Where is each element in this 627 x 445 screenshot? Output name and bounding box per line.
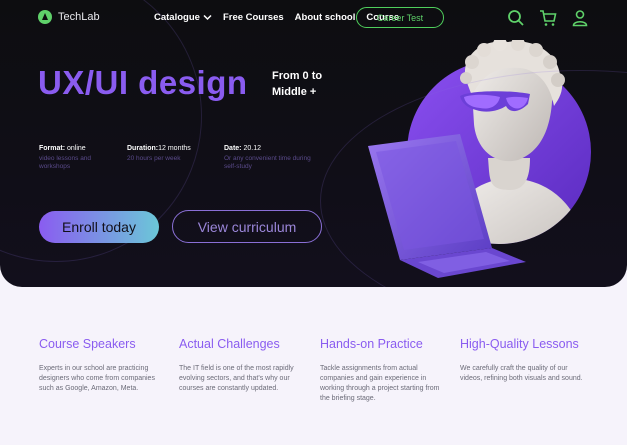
course-level-to: Middle + [272, 86, 317, 98]
info-format: Format: online video lessons and worksho… [39, 145, 101, 171]
feature-text: We carefully craft the quality of our vi… [460, 365, 583, 382]
feature-title: Hands-on Practice [320, 337, 423, 351]
feature-title: Course Speakers [39, 337, 136, 351]
cart-icon[interactable] [539, 9, 557, 27]
nav-free-courses[interactable]: Free Courses [223, 12, 284, 23]
info-duration-value: 12 months [158, 145, 191, 152]
course-level-from: From 0 to [272, 70, 323, 82]
feature-hands-on-practice: Hands-on Practice Tackle assignments fro… [320, 337, 450, 404]
feature-text: Experts in our school are practicing des… [39, 365, 155, 392]
hero-section: TechLab Catalogue Free Courses About sch… [0, 0, 627, 287]
view-curriculum-button[interactable]: View curriculum [172, 210, 322, 243]
feature-actual-challenges: Actual Challenges The IT field is one of… [179, 337, 309, 394]
chevron-down-icon [203, 14, 212, 21]
info-date: Date: 20.12 Or any convenient time durin… [224, 145, 314, 171]
course-level: From 0 to Middle + [272, 68, 322, 100]
career-test-button[interactable]: Career Test [356, 7, 444, 28]
user-icon[interactable] [571, 9, 589, 27]
info-duration: Duration:12 months 20 hours per week [127, 145, 217, 163]
nav-catalogue-label: Catalogue [154, 12, 200, 23]
feature-title: Actual Challenges [179, 337, 280, 351]
course-title: UX/UI design [38, 64, 248, 101]
nav-catalogue[interactable]: Catalogue [154, 12, 212, 23]
feature-course-speakers: Course Speakers Experts in our school ar… [39, 337, 169, 394]
info-duration-sub: 20 hours per week [127, 155, 181, 162]
info-duration-label: Duration: [127, 145, 159, 152]
brand-name: TechLab [58, 11, 100, 23]
enroll-button[interactable]: Enroll today [39, 211, 159, 243]
info-date-value: 20.12 [243, 145, 261, 152]
feature-text: Tackle assignments from actual companies… [320, 365, 440, 402]
info-format-label: Format: [39, 145, 66, 152]
purple-backdrop [407, 60, 591, 244]
feature-title: High-Quality Lessons [460, 337, 579, 351]
info-date-label: Date: [224, 145, 242, 152]
statue-with-laptop-illustration [368, 40, 591, 278]
site-header: TechLab Catalogue Free Courses About sch… [0, 0, 627, 36]
info-date-sub: Or any convenient time during self-study [224, 155, 311, 170]
search-icon[interactable] [507, 9, 525, 27]
logo-icon [38, 10, 52, 24]
feature-text: The IT field is one of the most rapidly … [179, 365, 294, 392]
info-format-sub: video lessons and workshops [39, 155, 92, 170]
feature-high-quality-lessons: High-Quality Lessons We carefully craft … [460, 337, 590, 384]
nav-about-school[interactable]: About school [295, 12, 356, 23]
info-format-value: online [67, 145, 86, 152]
logo[interactable]: TechLab [38, 10, 100, 24]
